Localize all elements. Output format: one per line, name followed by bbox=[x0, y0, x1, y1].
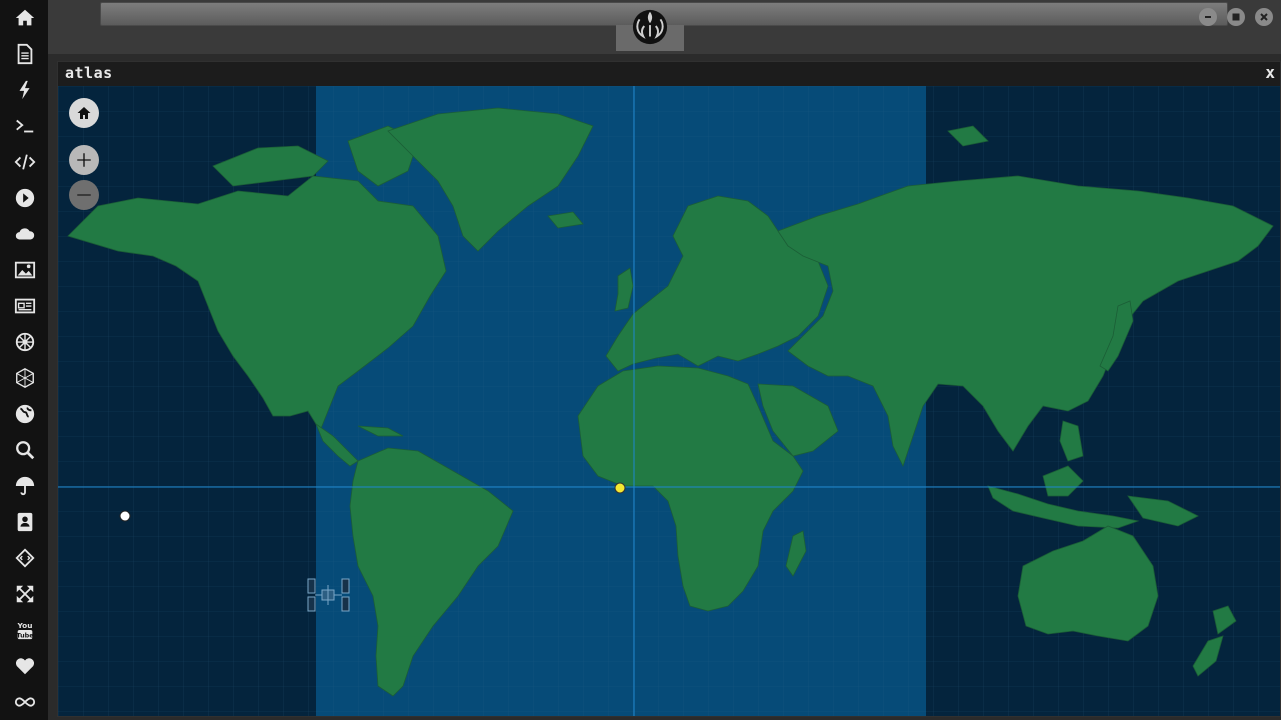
home-icon[interactable] bbox=[12, 5, 38, 31]
search-icon[interactable] bbox=[12, 437, 38, 463]
code-icon[interactable] bbox=[12, 149, 38, 175]
minimize-button[interactable] bbox=[1199, 8, 1217, 26]
map-home-button[interactable] bbox=[69, 98, 99, 128]
heart-icon[interactable] bbox=[12, 653, 38, 679]
umbrella-icon[interactable] bbox=[12, 473, 38, 499]
window-title: atlas bbox=[65, 64, 113, 82]
contacts-icon[interactable] bbox=[12, 509, 38, 535]
diamond-code-icon[interactable] bbox=[12, 545, 38, 571]
close-window-button[interactable] bbox=[1255, 8, 1273, 26]
play-icon[interactable] bbox=[12, 185, 38, 211]
expand-icon[interactable] bbox=[12, 581, 38, 607]
zoom-out-button[interactable] bbox=[69, 180, 99, 210]
atlas-close-button[interactable]: x bbox=[1265, 63, 1275, 82]
document-icon[interactable] bbox=[12, 41, 38, 67]
empire-icon[interactable] bbox=[12, 329, 38, 355]
atlas-window: atlas x bbox=[57, 61, 1281, 717]
newspaper-icon[interactable] bbox=[12, 293, 38, 319]
rebel-alliance-logo bbox=[632, 9, 668, 45]
svg-text:Tube: Tube bbox=[16, 631, 34, 639]
moon-marker bbox=[119, 510, 131, 522]
maximize-button[interactable] bbox=[1227, 8, 1245, 26]
zoom-in-button[interactable] bbox=[69, 145, 99, 175]
svg-text:You: You bbox=[17, 621, 33, 630]
infinity-icon[interactable] bbox=[12, 689, 38, 715]
sun-marker bbox=[614, 482, 626, 494]
terminal-icon[interactable] bbox=[12, 113, 38, 139]
atlas-title-bar: atlas x bbox=[58, 62, 1280, 85]
world-map[interactable] bbox=[58, 86, 1280, 716]
cloud-icon[interactable] bbox=[12, 221, 38, 247]
hexagon-net-icon[interactable] bbox=[12, 365, 38, 391]
image-icon[interactable] bbox=[12, 257, 38, 283]
lightning-icon[interactable] bbox=[12, 77, 38, 103]
globe-icon[interactable] bbox=[12, 401, 38, 427]
app-dock: You Tube bbox=[0, 0, 48, 720]
youtube-icon[interactable]: You Tube bbox=[12, 617, 38, 643]
